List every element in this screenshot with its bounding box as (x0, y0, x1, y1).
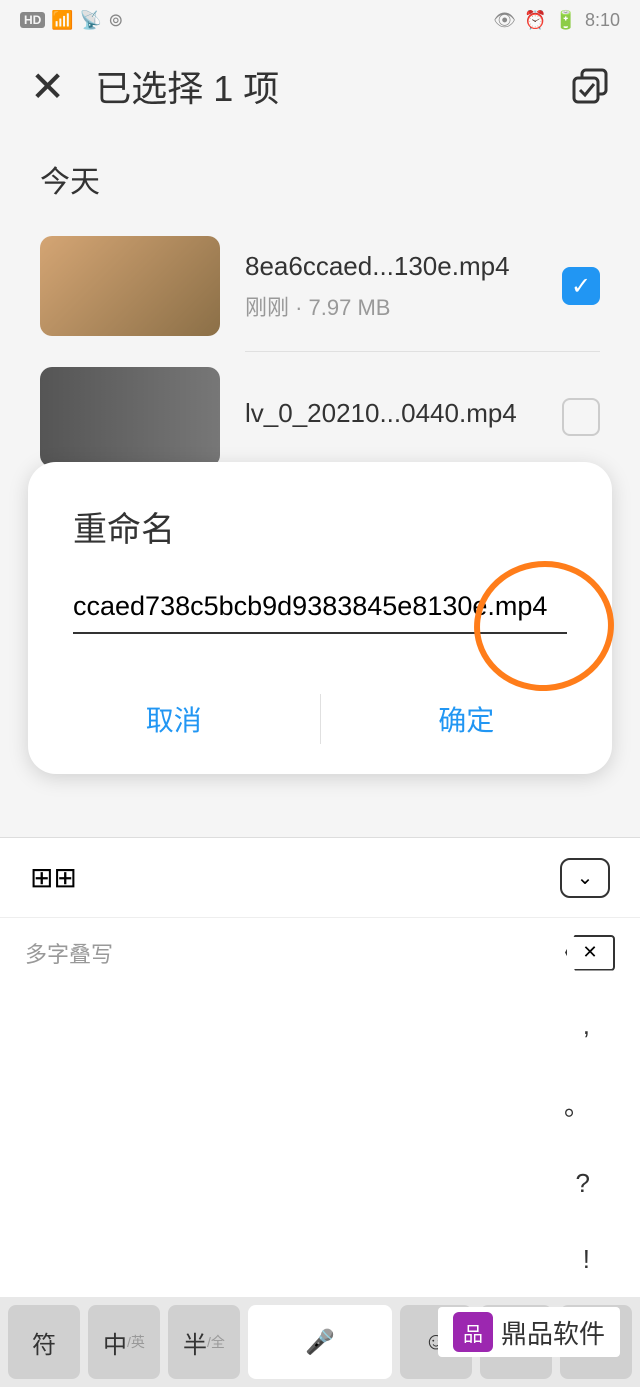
cancel-button[interactable]: 取消 (28, 684, 320, 754)
section-today: 今天 (0, 132, 640, 221)
clock-text: 8:10 (585, 10, 620, 31)
video-thumbnail (40, 367, 220, 467)
width-key[interactable]: 半/全 (168, 1305, 240, 1379)
candidate-text: 多字叠写 (25, 937, 113, 969)
hd-icon: HD (20, 12, 45, 28)
confirm-button[interactable]: 确定 (321, 684, 613, 754)
eye-icon: 👁 (493, 10, 516, 31)
sync-icon: ⊚ (108, 10, 123, 31)
wifi-icon: 📡 (80, 10, 102, 31)
symbol-key[interactable]: ? (576, 1168, 590, 1199)
symbol-mode-key[interactable]: 符 (8, 1305, 80, 1379)
select-all-icon[interactable] (570, 66, 610, 106)
language-key[interactable]: 中/英 (88, 1305, 160, 1379)
space-key[interactable]: 🎤 (248, 1305, 392, 1379)
watermark: 品 鼎品软件 (438, 1307, 620, 1357)
symbol-key[interactable]: , (583, 1010, 590, 1041)
dialog-buttons: 取消 确定 (28, 684, 612, 754)
keyboard: ⊞⊞ ⌄ 多字叠写 ✕ , 。 ? ! 符 中/英 半/全 🎤 ☺ (0, 837, 640, 1387)
rename-dialog: 重命名 取消 确定 (28, 462, 612, 774)
status-left: HD 📶 📡 ⊚ (20, 10, 123, 31)
file-info: lv_0_20210...0440.mp4 (245, 398, 537, 437)
alarm-icon: ⏰ (524, 10, 546, 31)
close-icon[interactable]: ✕ (30, 62, 65, 111)
symbol-key[interactable]: 。 (564, 1086, 590, 1123)
file-list: 8ea6ccaed...130e.mp4 刚刚 · 7.97 MB ✓ lv_0… (0, 221, 640, 482)
status-right: 👁 ⏰ 🔋 8:10 (493, 10, 620, 31)
symbol-key[interactable]: ! (583, 1244, 590, 1275)
file-meta: 刚刚 · 7.97 MB (245, 290, 537, 322)
signal-icon: 📶 (51, 10, 73, 31)
input-wrapper (28, 581, 612, 634)
page-title: 已选择 1 项 (95, 60, 540, 112)
file-name: lv_0_20210...0440.mp4 (245, 398, 537, 429)
header: ✕ 已选择 1 项 (0, 40, 640, 132)
watermark-text: 鼎品软件 (501, 1314, 605, 1351)
backspace-icon[interactable]: ✕ (565, 935, 615, 971)
file-checkbox[interactable] (562, 398, 600, 436)
symbol-column: , 。 ? ! (0, 987, 640, 1297)
candidate-bar: 多字叠写 ✕ (0, 917, 640, 987)
file-name: 8ea6ccaed...130e.mp4 (245, 251, 537, 282)
battery-icon: 🔋 (555, 10, 577, 31)
file-item[interactable]: 8ea6ccaed...130e.mp4 刚刚 · 7.97 MB ✓ (40, 221, 600, 351)
file-checkbox[interactable]: ✓ (562, 267, 600, 305)
grid-icon[interactable]: ⊞⊞ (30, 861, 77, 894)
filename-input[interactable] (73, 581, 567, 634)
video-thumbnail (40, 236, 220, 336)
collapse-keyboard-icon[interactable]: ⌄ (560, 858, 610, 898)
file-info: 8ea6ccaed...130e.mp4 刚刚 · 7.97 MB (245, 251, 537, 322)
keyboard-toolbar: ⊞⊞ ⌄ (0, 837, 640, 917)
watermark-icon: 品 (453, 1312, 493, 1352)
status-bar: HD 📶 📡 ⊚ 👁 ⏰ 🔋 8:10 (0, 0, 640, 40)
dialog-title: 重命名 (28, 502, 612, 581)
